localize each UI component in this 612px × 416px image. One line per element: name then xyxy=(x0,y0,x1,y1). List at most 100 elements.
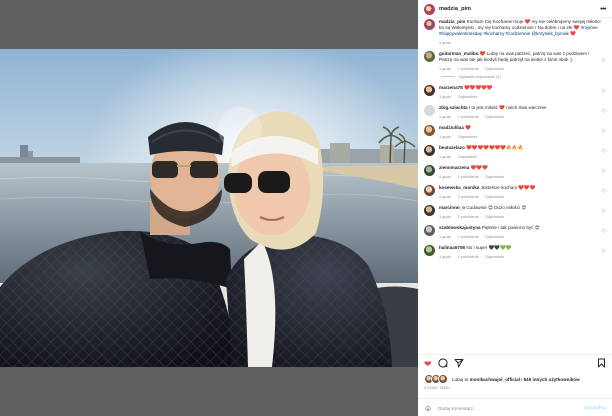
caption-time[interactable]: 4 godz. xyxy=(439,40,452,45)
comment-body: ❤️❤️❤️❤️❤️ xyxy=(464,85,493,90)
comment-likes[interactable]: 1 polubienie xyxy=(458,214,479,219)
comment-like-icon[interactable]: ♡ xyxy=(602,58,606,64)
comment-like-icon[interactable]: ♡ xyxy=(602,189,606,195)
comment-username[interactable]: ziennmarzena xyxy=(439,165,469,170)
reply-button[interactable]: Odpowiedz xyxy=(458,134,477,139)
post-date[interactable]: 4 GODZ. TEMU xyxy=(424,386,450,390)
add-comment-bar: ☺ Opublikuj xyxy=(418,398,612,416)
comment-avatar[interactable] xyxy=(424,105,435,116)
comment-avatar[interactable] xyxy=(424,225,435,236)
comment-avatar[interactable] xyxy=(424,245,435,256)
comment-like-icon[interactable]: ♡ xyxy=(602,209,606,215)
comment-time[interactable]: 1 godz. xyxy=(439,66,452,71)
comment-text: szablowskajustyna Pięknie i tak powinno … xyxy=(439,225,598,231)
comment-time[interactable]: 1 godz. xyxy=(439,234,452,239)
divider-line xyxy=(441,76,455,77)
comment-username[interactable]: madziulilaa xyxy=(439,125,464,130)
comment-avatar[interactable] xyxy=(424,85,435,96)
likes-others[interactable]: 949 innych użytkowników xyxy=(524,377,580,382)
bookmark-icon[interactable] xyxy=(597,358,606,370)
comment-meta: 1 godz. 1 polubienie Odpowiedz xyxy=(439,234,598,239)
comment-time[interactable]: 1 godz. xyxy=(439,94,452,99)
comment-time[interactable]: 1 godz. xyxy=(439,154,452,159)
comment-like-icon[interactable]: ♡ xyxy=(602,109,606,115)
comment-like-icon[interactable]: ♡ xyxy=(602,149,606,155)
share-icon[interactable] xyxy=(454,358,464,370)
comment-avatar[interactable] xyxy=(424,51,435,62)
comment-likes[interactable]: 2 polubienie xyxy=(458,194,479,199)
comment-avatar[interactable] xyxy=(424,185,435,196)
view-replies-button[interactable]: Wyświetl odpowiedzi (1) xyxy=(441,74,612,79)
comment-like-icon[interactable]: ♡ xyxy=(602,89,606,95)
post-comment-button[interactable]: Opublikuj xyxy=(584,406,606,411)
caption-hashtag-mylove[interactable]: #mylove xyxy=(581,25,598,30)
comment-username[interactable]: marzena78 xyxy=(439,85,463,90)
comment-likes[interactable]: 1 polubienie xyxy=(458,174,479,179)
comment-item: szablowskajustyna Pięknie i tak powinno … xyxy=(418,225,612,239)
comment-likes[interactable]: 1 polubienie xyxy=(458,66,479,71)
comment-icon[interactable] xyxy=(437,358,448,370)
comment-icon-svg xyxy=(437,358,448,368)
comment-time[interactable]: 1 godz. xyxy=(439,254,452,259)
comment-username[interactable]: guitarman_malibu xyxy=(439,51,479,56)
more-icon[interactable]: ••• xyxy=(600,6,606,13)
emoji-icon[interactable]: ☺ xyxy=(424,404,432,413)
photo-image xyxy=(0,49,418,367)
comment-likes[interactable]: 1 polubienie xyxy=(458,254,479,259)
likes-prefix: Lubią to xyxy=(452,376,470,382)
heart-filled-icon[interactable]: ❤ xyxy=(424,359,432,369)
comment-likes[interactable]: 1 polubienie xyxy=(458,114,479,119)
comment-likes[interactable]: 1 polubienie xyxy=(458,234,479,239)
reply-button[interactable]: Odpowiedz xyxy=(458,154,477,159)
comment-like-icon[interactable]: ♡ xyxy=(602,169,606,175)
reply-button[interactable]: Odpowiedz xyxy=(485,194,504,199)
caption-hashtag-codziennie[interactable]: #codziennie xyxy=(506,31,531,36)
post-header: madzia_pim ••• xyxy=(418,0,612,18)
comment-avatar[interactable] xyxy=(424,205,435,216)
caption-avatar[interactable] xyxy=(424,19,435,30)
comment-username[interactable]: szablowskajustyna xyxy=(439,225,481,230)
caption-hashtag-happyvalentinesday[interactable]: #happyvalentinesday xyxy=(439,31,482,36)
reply-button[interactable]: Odpowiedz xyxy=(485,214,504,219)
liker-avatars[interactable] xyxy=(424,374,448,384)
post-actions: ❤ xyxy=(418,354,612,373)
likes-text[interactable]: Lubią to monikachwajol_official i 949 in… xyxy=(452,377,580,382)
comment-time[interactable]: 1 godz. xyxy=(439,134,452,139)
comment-username[interactable]: marcinnn_o xyxy=(439,205,465,210)
reply-button[interactable]: Odpowiedz xyxy=(485,174,504,179)
reply-button[interactable]: Odpowiedz xyxy=(485,254,504,259)
comment-username[interactable]: beatazelazo xyxy=(439,145,465,150)
comment-like-icon[interactable]: ♡ xyxy=(602,229,606,235)
caption-username[interactable]: madzia_pim xyxy=(439,19,465,24)
likes-summary: Lubią to monikachwajol_official i 949 in… xyxy=(424,374,606,384)
comment-time[interactable]: 4 godz. xyxy=(439,174,452,179)
comment-item: halinaa5756 No i super 🖤🖤💚💚 1 godz. 1 pol… xyxy=(418,245,612,259)
reply-button[interactable]: Odpowiedz xyxy=(485,66,504,71)
author-avatar[interactable] xyxy=(424,3,435,15)
comment-body: No i super 🖤🖤💚💚 xyxy=(466,245,512,250)
reply-button[interactable]: Odpowiedz xyxy=(458,94,477,99)
author-username[interactable]: madzia_pim xyxy=(439,6,471,12)
comment-time[interactable]: 1 godz. xyxy=(439,114,452,119)
post-photo[interactable] xyxy=(0,49,418,367)
comment-like-icon[interactable]: ♡ xyxy=(602,249,606,255)
caption-hashtag-kochamy[interactable]: #kochamy xyxy=(483,31,504,36)
comment-time[interactable]: 1 godz. xyxy=(439,214,452,219)
reply-button[interactable]: Odpowiedz xyxy=(485,234,504,239)
comment-body: Jesteście kochani ❤️❤️❤️ xyxy=(480,185,536,190)
comments-list[interactable]: madzia_pim Kocham Cię Kochanie moje ❤️ m… xyxy=(418,19,612,354)
reply-button[interactable]: Odpowiedz xyxy=(485,114,504,119)
comment-input[interactable] xyxy=(438,405,584,411)
comment-like-icon[interactable]: ♡ xyxy=(602,129,606,135)
comment-avatar[interactable] xyxy=(424,165,435,176)
comment-username[interactable]: halinaa5756 xyxy=(439,245,465,250)
likes-user[interactable]: monikachwajol_official xyxy=(470,377,520,382)
comment-text: kosewska_monika Jesteście kochani ❤️❤️❤️ xyxy=(439,185,598,191)
comment-time[interactable]: 4 godz. xyxy=(439,194,452,199)
comment-username[interactable]: zbig.szlachta xyxy=(439,105,468,110)
caption-mention[interactable]: @krzysiek_bymak xyxy=(531,31,568,36)
comment-username[interactable]: kosewska_monika xyxy=(439,185,479,190)
comment-avatar[interactable] xyxy=(424,125,435,136)
comment-avatar[interactable] xyxy=(424,145,435,156)
comment-meta: 4 godz. 1 polubienie Odpowiedz xyxy=(439,174,598,179)
